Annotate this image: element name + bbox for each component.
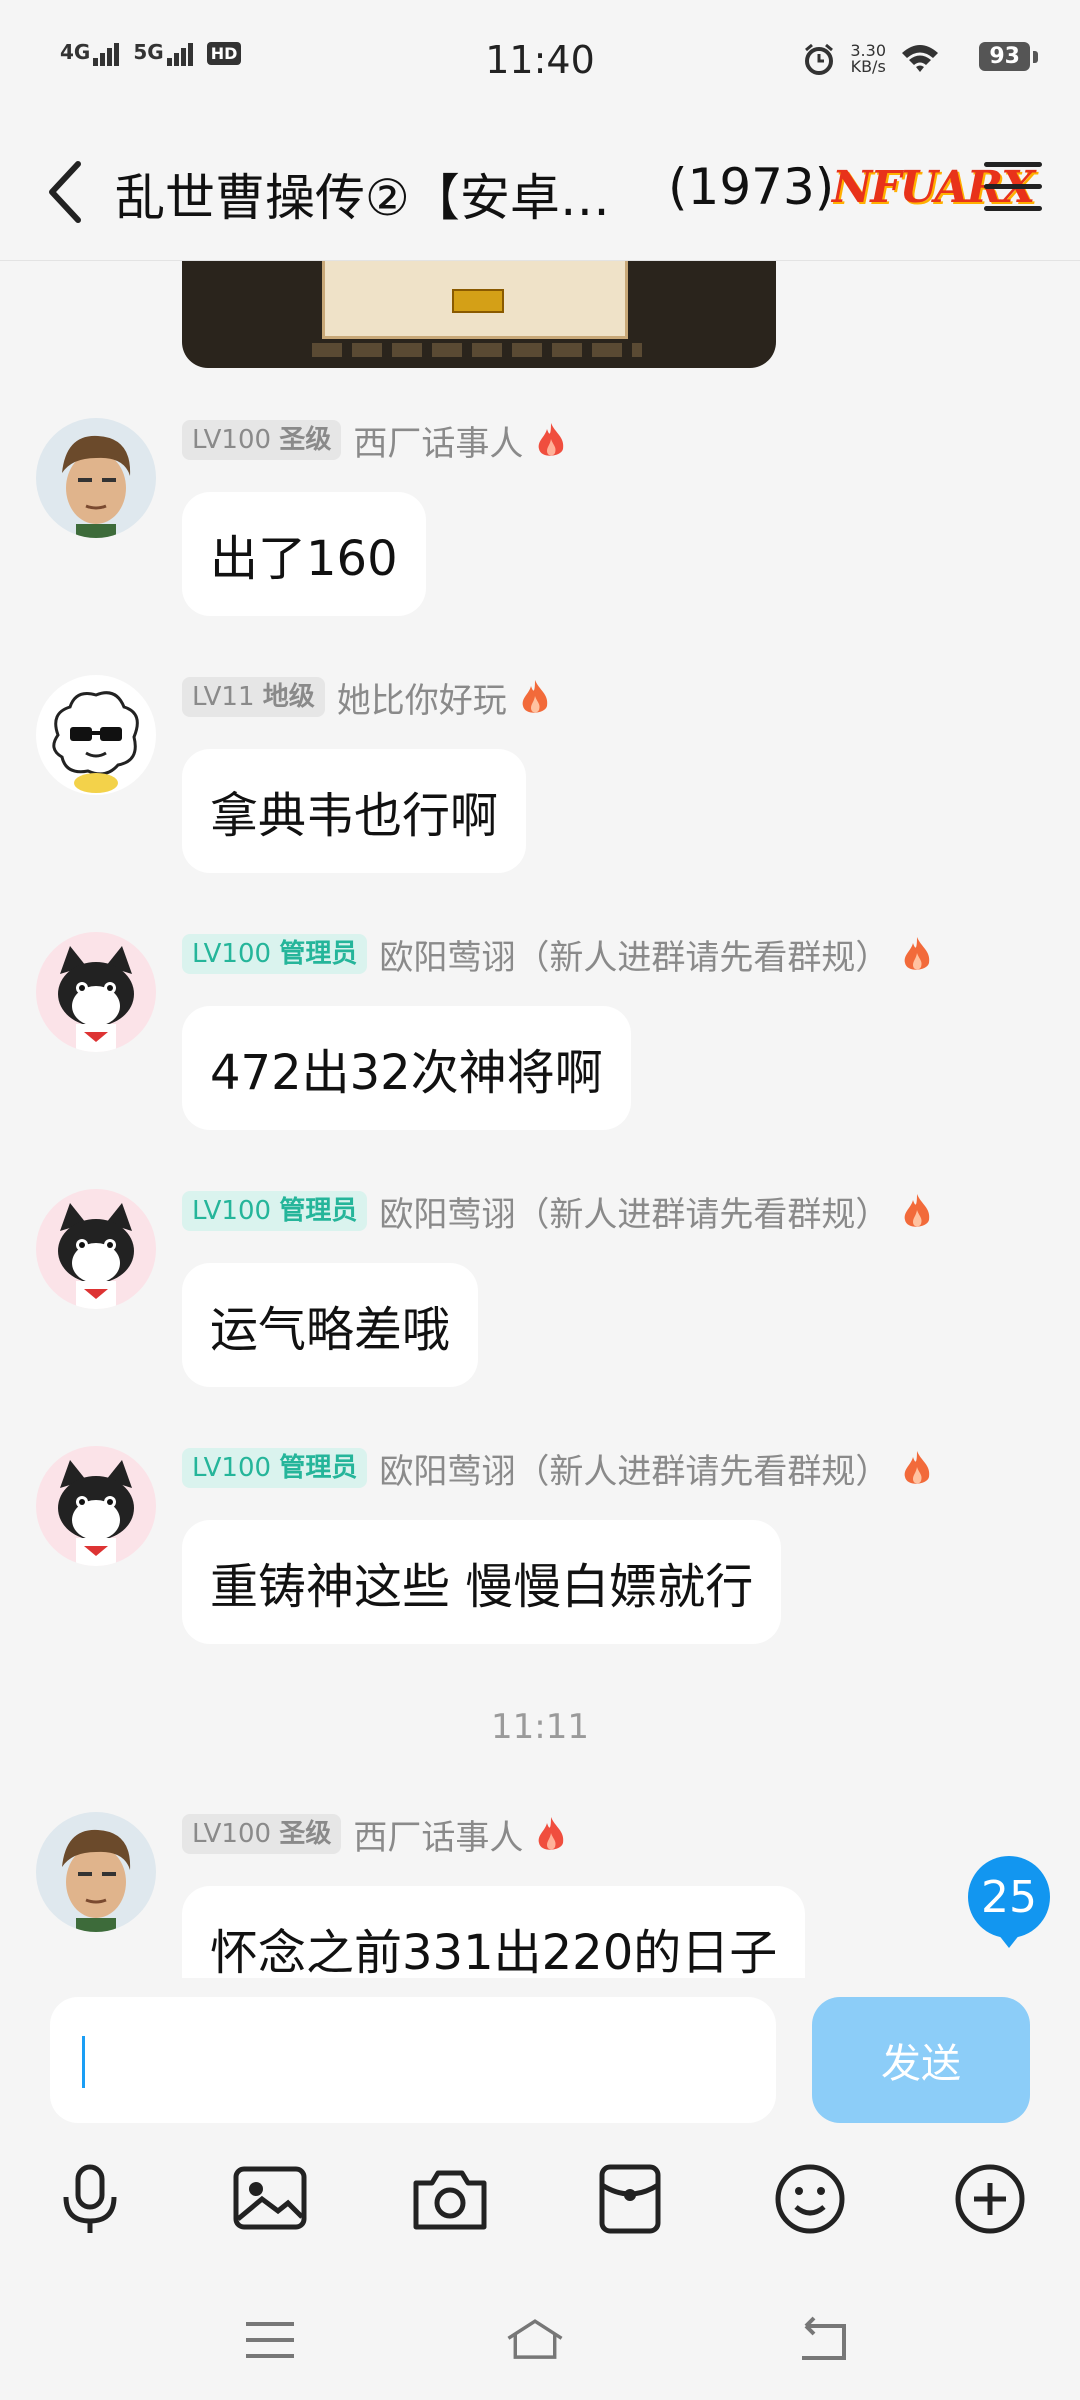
member-count: (1973) (668, 158, 835, 216)
sender-nickname[interactable]: 西厂话事人 (353, 416, 523, 465)
image-slots (312, 343, 642, 357)
avatar[interactable] (36, 675, 156, 795)
level-badge: LV100 圣级 (182, 1814, 342, 1854)
admin-badge: LV100 管理员 (182, 934, 368, 974)
message-bubble[interactable]: 运气略差哦 (182, 1263, 479, 1387)
sender-nickname[interactable]: 欧阳莺诩（新人进群请先看群规） (379, 1187, 889, 1236)
sender-nickname[interactable]: 欧阳莺诩（新人进群请先看群规） (379, 1444, 889, 1493)
level-badge: LV100 圣级 (182, 420, 342, 460)
speed-unit: KB/s (850, 57, 886, 76)
fire-icon (905, 1194, 930, 1227)
home-icon[interactable] (505, 2310, 565, 2370)
image-message[interactable] (182, 261, 776, 368)
battery-indicator: 93 (979, 42, 1038, 71)
avatar[interactable] (36, 1189, 156, 1309)
emoji-icon[interactable] (770, 2159, 850, 2239)
status-right: 3.30 KB/s 93 (802, 42, 1038, 76)
message-bubble[interactable]: 怀念之前331出220的日子 (182, 1886, 806, 1978)
admin-badge: LV100 管理员 (182, 1448, 368, 1488)
message-input[interactable] (50, 1997, 776, 2123)
message-meta: LV11 地级 她比你好玩 (182, 673, 551, 722)
avatar[interactable] (36, 932, 156, 1052)
network-speed: 3.30 KB/s (850, 43, 886, 75)
message-meta: LV100 圣级 西厂话事人 (182, 1810, 567, 1859)
message-bubble[interactable]: 重铸神这些 慢慢白嫖就行 (182, 1520, 782, 1644)
cat-avatar-icon (36, 932, 156, 1052)
fire-icon (905, 1451, 930, 1484)
menu-icon[interactable] (984, 162, 1042, 212)
sender-nickname[interactable]: 西厂话事人 (353, 1810, 523, 1859)
microphone-icon[interactable] (50, 2159, 130, 2239)
level-badge: LV11 地级 (182, 677, 325, 717)
unread-count-badge[interactable]: 25 (968, 1856, 1050, 1948)
wifi-icon (902, 45, 938, 72)
avatar[interactable] (36, 1812, 156, 1932)
fire-icon (539, 423, 564, 456)
message-meta: LV100 圣级 西厂话事人 (182, 416, 567, 465)
man-avatar-icon (36, 1812, 156, 1932)
fire-icon (522, 680, 548, 713)
cat-avatar-icon (36, 1189, 156, 1309)
message-meta: LV100 管理员 欧阳莺诩（新人进群请先看群规） (182, 1187, 933, 1236)
back-icon[interactable] (792, 2310, 852, 2370)
message-bubble[interactable]: 出了160 (182, 492, 426, 616)
cat-avatar-icon (36, 1446, 156, 1566)
camera-icon[interactable] (410, 2159, 490, 2239)
send-button[interactable]: 发送 (812, 1997, 1030, 2123)
chat-header: 乱世曹操传②【安卓… (1973) NFUARX (0, 120, 1080, 261)
sheep-avatar-icon (36, 675, 156, 795)
text-caret (82, 2036, 85, 2088)
admin-badge: LV100 管理员 (182, 1191, 368, 1231)
message-meta: LV100 管理员 欧阳莺诩（新人进群请先看群规） (182, 1444, 933, 1493)
message-bubble[interactable]: 拿典韦也行啊 (182, 749, 527, 873)
menu-icon[interactable] (240, 2310, 300, 2370)
status-bar: 4G 5G HD 11:40 3.30 KB/s 93 (0, 0, 1080, 120)
red-packet-icon[interactable] (590, 2159, 670, 2239)
avatar[interactable] (36, 418, 156, 538)
man-avatar-icon (36, 418, 156, 538)
plus-icon[interactable] (950, 2159, 1030, 2239)
message-list[interactable]: LV100 圣级 西厂话事人 出了160 LV11 地级 她比你好玩 拿典韦也行… (0, 261, 1080, 1978)
chat-timestamp: 11:11 (491, 1707, 589, 1747)
image-icon[interactable] (230, 2159, 310, 2239)
sender-nickname[interactable]: 欧阳莺诩（新人进群请先看群规） (379, 930, 889, 979)
back-arrow-icon[interactable] (36, 152, 106, 232)
message-meta: LV100 管理员 欧阳莺诩（新人进群请先看群规） (182, 930, 933, 979)
message-bubble[interactable]: 472出32次神将啊 (182, 1006, 631, 1130)
fire-icon (905, 937, 930, 970)
fire-icon (539, 1817, 564, 1850)
alarm-icon (805, 43, 834, 75)
avatar[interactable] (36, 1446, 156, 1566)
system-nav-bar (0, 2280, 1080, 2400)
image-button-graphic (452, 289, 504, 313)
sender-nickname[interactable]: 她比你好玩 (337, 673, 507, 722)
group-title[interactable]: 乱世曹操传②【安卓… (115, 158, 610, 230)
